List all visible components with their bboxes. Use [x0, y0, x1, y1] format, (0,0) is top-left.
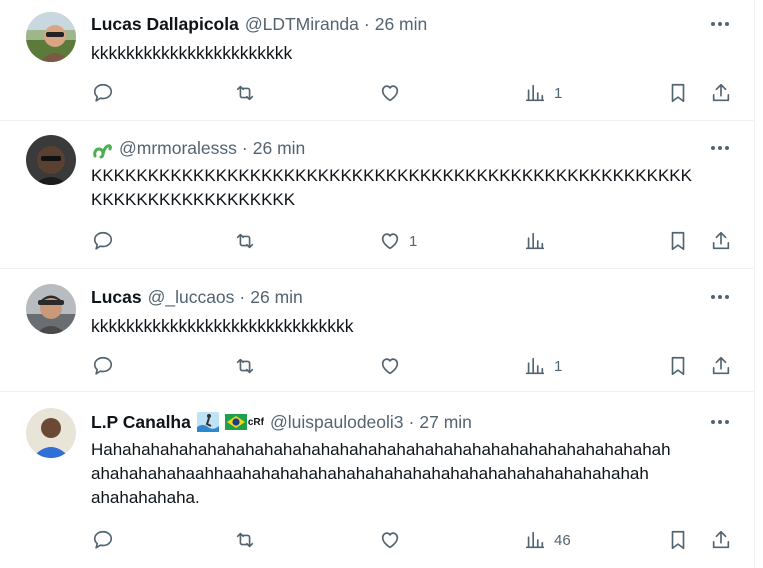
bookmark-button[interactable] [667, 527, 689, 553]
tweet[interactable]: Lucas Dallapicola @LDTMiranda · 26 min k… [0, 0, 755, 121]
separator: · [363, 13, 370, 34]
like-button[interactable] [379, 527, 409, 553]
tweet[interactable]: @mrmoralesss · 26 min KKKKKKKKKKKKKKKKKK… [0, 121, 755, 269]
bookmark-button[interactable] [667, 80, 689, 106]
share-icon [712, 231, 730, 250]
reply-button[interactable] [92, 228, 114, 254]
views-button[interactable]: 46 [524, 527, 571, 553]
views-button[interactable] [524, 228, 554, 254]
bookmark-icon [671, 530, 685, 550]
repost-icon [236, 233, 254, 249]
avatar[interactable] [26, 12, 76, 62]
share-button[interactable] [710, 80, 732, 106]
separator: · [241, 137, 248, 158]
tweet[interactable]: L.P Canalha cRf @luispaulodeoli3 · 27 mi… [0, 392, 755, 568]
brazil-flag-emoji [224, 414, 247, 430]
views-button[interactable]: 1 [524, 353, 562, 379]
reply-icon [93, 356, 113, 375]
more-options-icon[interactable] [709, 137, 731, 159]
reply-button[interactable] [92, 80, 114, 106]
share-icon [712, 356, 730, 375]
tweet-text: kkkkkkkkkkkkkkkkkkkkkkk [91, 43, 293, 63]
tweet-header: Lucas @_luccaos · 26 min [91, 286, 303, 308]
green-snake-icon [91, 137, 113, 159]
timeline-feed: Lucas Dallapicola @LDTMiranda · 26 min k… [0, 0, 755, 568]
view-count: 1 [554, 84, 563, 102]
views-icon [525, 531, 545, 549]
share-icon [712, 83, 730, 102]
username[interactable]: @luispaulodeoli3 [270, 412, 404, 433]
tweet[interactable]: Lucas @_luccaos · 26 min kkkkkkkkkkkkkkk… [0, 269, 755, 392]
more-options-icon[interactable] [709, 13, 731, 35]
repost-button[interactable] [234, 353, 256, 379]
timestamp[interactable]: 26 min [250, 287, 303, 308]
username[interactable]: @_luccaos [148, 287, 235, 308]
tweet-text: KKKKKKKKKKKKKKKKKKKKKKKKKKKKKKKKKKKKKKKK… [91, 166, 692, 209]
username[interactable]: @mrmoralesss [119, 138, 237, 159]
timestamp[interactable]: 27 min [419, 412, 472, 433]
action-bar: 1 [90, 228, 745, 254]
reply-icon [93, 530, 113, 549]
timestamp[interactable]: 26 min [253, 138, 306, 159]
reply-icon [93, 231, 113, 250]
tweet-header: L.P Canalha cRf @luispaulodeoli3 · 27 mi… [91, 411, 472, 433]
heart-icon [381, 532, 399, 549]
like-button[interactable] [379, 353, 409, 379]
bookmark-button[interactable] [667, 353, 689, 379]
avatar[interactable] [26, 135, 76, 185]
heart-icon [381, 85, 399, 102]
bookmark-icon [671, 356, 685, 376]
share-button[interactable] [710, 527, 732, 553]
repost-icon [236, 85, 254, 101]
name-suffix: cRf [247, 416, 264, 428]
timestamp[interactable]: 26 min [375, 14, 428, 35]
like-button[interactable] [379, 80, 409, 106]
repost-button[interactable] [234, 527, 256, 553]
more-options-icon[interactable] [709, 286, 731, 308]
reply-button[interactable] [92, 527, 114, 553]
surfer-emoji [196, 412, 219, 432]
separator: · [239, 286, 246, 307]
action-bar: 1 [90, 80, 745, 106]
tweet-text: Hahahahahahahahahahahahahahahahahahahaha… [91, 440, 671, 507]
like-button[interactable]: 1 [379, 228, 417, 254]
action-bar: 1 [90, 353, 745, 379]
views-icon [525, 84, 545, 102]
avatar[interactable] [26, 284, 76, 334]
bookmark-icon [671, 83, 685, 103]
view-count: 46 [554, 531, 571, 549]
display-name[interactable]: Lucas [91, 287, 142, 308]
heart-icon [381, 358, 399, 375]
like-count: 1 [409, 232, 418, 250]
reply-button[interactable] [92, 353, 114, 379]
bookmark-icon [671, 231, 685, 251]
display-name[interactable]: L.P Canalha [91, 412, 191, 433]
share-button[interactable] [710, 353, 732, 379]
views-button[interactable]: 1 [524, 80, 562, 106]
username[interactable]: @LDTMiranda [245, 14, 359, 35]
repost-button[interactable] [234, 228, 256, 254]
tweet-text: kkkkkkkkkkkkkkkkkkkkkkkkkkkkkk [91, 316, 354, 336]
bookmark-button[interactable] [667, 228, 689, 254]
heart-icon [381, 233, 399, 250]
tweet-header: @mrmoralesss · 26 min [91, 137, 305, 159]
views-icon [525, 232, 545, 250]
repost-button[interactable] [234, 80, 256, 106]
avatar[interactable] [26, 408, 76, 458]
repost-icon [236, 358, 254, 374]
repost-icon [236, 532, 254, 548]
reply-icon [93, 83, 113, 102]
more-options-icon[interactable] [709, 411, 731, 433]
share-icon [712, 530, 730, 549]
tweet-header: Lucas Dallapicola @LDTMiranda · 26 min [91, 13, 427, 35]
display-name[interactable]: Lucas Dallapicola [91, 14, 239, 35]
share-button[interactable] [710, 228, 732, 254]
view-count: 1 [554, 357, 563, 375]
action-bar: 46 [90, 527, 745, 553]
views-icon [525, 357, 545, 375]
separator: · [408, 411, 415, 432]
